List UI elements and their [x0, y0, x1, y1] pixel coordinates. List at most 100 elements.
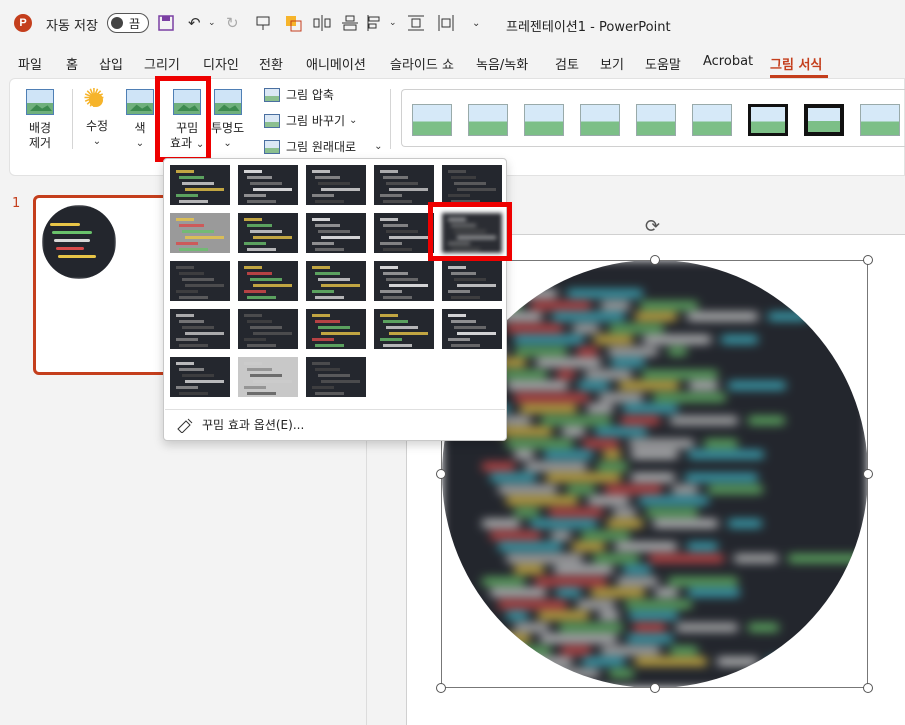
artistic-effect-thumb[interactable] [442, 261, 502, 301]
autosave-toggle[interactable]: 끔 [107, 13, 149, 33]
tab-slideshow[interactable]: 슬라이드 쇼 [390, 54, 454, 73]
align-middle-icon[interactable] [342, 13, 358, 33]
picture-style-thumb[interactable] [580, 104, 620, 136]
artistic-effect-thumb[interactable] [170, 357, 230, 397]
undo-dropdown-icon[interactable]: ⌄ [208, 13, 216, 33]
tab-view[interactable]: 보기 [600, 54, 624, 73]
transparency-label: 투명도 [211, 121, 245, 135]
resize-handle[interactable] [436, 683, 446, 693]
artistic-effect-thumb[interactable] [238, 213, 298, 253]
artistic-effect-thumb[interactable] [374, 261, 434, 301]
picture-styles-gallery [401, 89, 905, 147]
artistic-effect-thumb[interactable] [374, 309, 434, 349]
autosave-label: 자동 저장 [46, 19, 98, 34]
artistic-effect-thumb[interactable] [170, 165, 230, 205]
sun-icon [83, 84, 111, 114]
artistic-effect-thumb[interactable] [170, 213, 230, 253]
resize-handle[interactable] [650, 255, 660, 265]
customize-toolbar-icon[interactable]: ⌄ [472, 13, 480, 33]
artistic-effect-thumb[interactable] [442, 165, 502, 205]
color-button[interactable]: 색 ⌄ [126, 89, 154, 151]
picture-style-thumb[interactable] [524, 104, 564, 136]
align-left-icon[interactable] [366, 13, 382, 33]
ribbon-divider [72, 89, 73, 149]
artistic-effect-thumb[interactable] [442, 309, 502, 349]
autosave-state: 끔 [129, 17, 141, 31]
picture-style-thumb[interactable] [860, 104, 900, 136]
tab-picture-format[interactable]: 그림 서식 [770, 54, 822, 73]
resize-handle[interactable] [650, 683, 660, 693]
artistic-effect-thumb[interactable] [306, 357, 366, 397]
toggle-knob [111, 17, 123, 29]
artistic-effect-thumb[interactable] [238, 357, 298, 397]
chevron-down-icon: ⌄ [135, 138, 145, 149]
powerpoint-logo-icon: P [14, 14, 32, 32]
from-beginning-icon[interactable] [255, 13, 271, 33]
tab-design[interactable]: 디자인 [203, 54, 239, 73]
tab-file[interactable]: 파일 [18, 54, 42, 73]
title-bar: P 자동 저장 끔 ↶ ⌄ ↻ ⌄ ⌄ 프레젠테이션1 - PowerPoint [0, 0, 905, 46]
picture-style-thumb[interactable] [804, 104, 844, 136]
thumbnail-image [42, 205, 116, 279]
artistic-effect-thumb[interactable] [238, 165, 298, 205]
corrections-label: 수정 [85, 119, 109, 133]
change-picture-button[interactable]: 그림 바꾸기 ⌄ [264, 112, 357, 129]
undo-icon[interactable]: ↶ [188, 13, 201, 33]
reset-picture-label: 그림 원래대로 [286, 140, 357, 154]
chevron-down-icon: ⌄ [92, 136, 102, 147]
artistic-effect-thumb[interactable] [170, 261, 230, 301]
artistic-effect-thumb[interactable] [374, 165, 434, 205]
artistic-effect-thumb[interactable] [306, 261, 366, 301]
artistic-effect-thumb[interactable] [306, 213, 366, 253]
rotate-handle-icon[interactable]: ⟳ [645, 216, 660, 237]
compress-pictures-button[interactable]: 그림 압축 [264, 86, 334, 103]
corrections-button[interactable]: 수정 ⌄ [83, 84, 111, 149]
distribute-horizontal-icon[interactable] [438, 13, 454, 33]
slide-thumbnail[interactable] [33, 195, 173, 375]
resize-handle[interactable] [436, 469, 446, 479]
save-icon[interactable] [158, 13, 174, 33]
tab-animations[interactable]: 애니메이션 [306, 54, 366, 73]
resize-handle[interactable] [863, 683, 873, 693]
tab-record[interactable]: 녹음/녹화 [476, 54, 528, 73]
resize-handle[interactable] [863, 469, 873, 479]
slide-number: 1 [12, 196, 21, 211]
reset-picture-icon [264, 139, 280, 154]
tab-transitions[interactable]: 전환 [259, 54, 283, 73]
distribute-vertical-icon[interactable] [408, 13, 424, 33]
ribbon-tabs: 파일 홈 삽입 그리기 디자인 전환 애니메이션 슬라이드 쇼 녹음/녹화 검토… [0, 46, 905, 78]
remove-background-button[interactable]: 배경 제거 [26, 89, 54, 151]
tab-review[interactable]: 검토 [555, 54, 579, 73]
picture-style-thumb[interactable] [692, 104, 732, 136]
artistic-effect-thumb[interactable] [238, 261, 298, 301]
tab-insert[interactable]: 삽입 [99, 54, 123, 73]
effects-options-icon [177, 418, 193, 433]
transparency-button[interactable]: 투명도 ⌄ [211, 89, 244, 151]
artistic-effects-options-item[interactable]: 꾸밈 효과 옵션(E)... [176, 416, 304, 433]
picture-style-thumb[interactable] [748, 104, 788, 136]
picture-style-thumb[interactable] [468, 104, 508, 136]
picture-style-thumb[interactable] [636, 104, 676, 136]
resize-handle[interactable] [863, 255, 873, 265]
artistic-effect-thumb[interactable] [306, 165, 366, 205]
ribbon-divider [390, 89, 391, 149]
shapes-icon[interactable] [284, 13, 302, 33]
artistic-effect-thumb[interactable] [170, 309, 230, 349]
align-center-icon[interactable] [313, 13, 331, 33]
reset-picture-button[interactable]: 그림 원래대로 ⌄ [264, 138, 382, 155]
tab-draw[interactable]: 그리기 [144, 54, 180, 73]
chevron-down-icon: ⌄ [223, 138, 232, 149]
color-label: 색 [134, 121, 146, 135]
change-picture-icon [264, 113, 280, 128]
tab-home[interactable]: 홈 [66, 54, 78, 73]
picture-style-thumb[interactable] [412, 104, 452, 136]
artistic-effect-thumb[interactable] [238, 309, 298, 349]
tab-acrobat[interactable]: Acrobat [703, 54, 753, 69]
tab-help[interactable]: 도움말 [645, 54, 681, 73]
artistic-effect-thumb[interactable] [306, 309, 366, 349]
align-dropdown-icon[interactable]: ⌄ [389, 13, 397, 33]
redo-icon[interactable]: ↻ [226, 13, 239, 33]
highlight-box [428, 202, 512, 261]
artistic-effect-thumb[interactable] [374, 213, 434, 253]
remove-background-icon [26, 89, 54, 115]
